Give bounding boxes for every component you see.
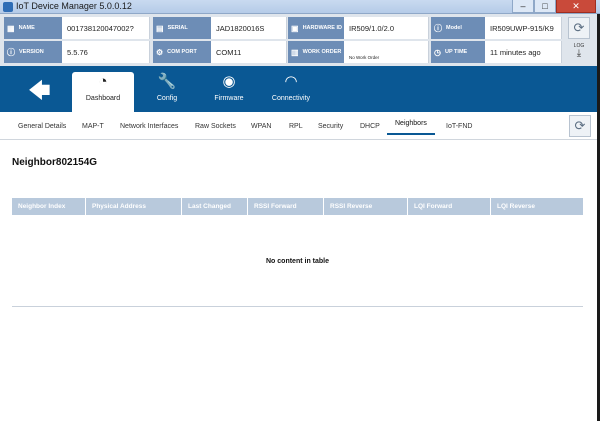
work-order-value: No Work Order — [344, 41, 429, 63]
refresh-icon[interactable]: ⟳ — [569, 115, 591, 137]
col-rssi-forward: RSSI Forward — [248, 198, 324, 215]
name-field: ▦ NAME 001738120047002? — [4, 17, 150, 39]
col-rssi-reverse: RSSI Reverse — [324, 198, 408, 215]
tab-rpl[interactable]: RPL — [289, 123, 303, 130]
version-value: 5.5.76 — [62, 41, 150, 63]
chip-icon: ▣ — [291, 23, 299, 33]
model-field: ⓘ Model IR509UWP-915/K9 — [431, 17, 562, 39]
app-icon — [3, 2, 13, 12]
title-bar: IoT Device Manager 5.0.0.12 – □ ✕ — [0, 0, 600, 14]
col-lqi-forward: LQI Forward — [408, 198, 491, 215]
device-info-panel: ▦ NAME 001738120047002? ▤ SERIAL JAD182001… — [0, 14, 600, 66]
sub-tabs: General Details MAP-T Network Interfaces… — [0, 112, 600, 140]
col-lqi-reverse: LQI Reverse — [497, 203, 535, 210]
table-body: No content in table — [12, 215, 583, 307]
page-title: Neighbor802154G — [12, 157, 98, 168]
main-nav: 🡄 ◔ Dashboard 🔧 Config ◉ Firmware ◠ Conn… — [0, 66, 600, 112]
maximize-button[interactable]: □ — [534, 0, 556, 13]
download-icon: ⤓ — [576, 48, 582, 59]
tab-security[interactable]: Security — [318, 123, 343, 130]
hardware-id-value: IR509/1.0/2.0 — [344, 17, 429, 39]
nav-dashboard[interactable]: ◔ Dashboard — [72, 72, 134, 112]
port-icon: ⚙ — [156, 47, 164, 57]
tab-iot-fnd[interactable]: IoT-FND — [446, 123, 472, 130]
gauge-icon: ◔ — [98, 73, 108, 90]
table-header: Neighbor Index Physical Address Last Cha… — [12, 198, 583, 215]
tab-network-interfaces[interactable]: Network Interfaces — [120, 123, 178, 130]
col-physical-address: Physical Address — [86, 198, 182, 215]
wrench-icon: 🔧 — [157, 73, 177, 90]
model-value: IR509UWP-915/K9 — [485, 17, 562, 39]
tab-general-details[interactable]: General Details — [18, 123, 66, 130]
tab-neighbors[interactable]: Neighbors — [387, 120, 435, 135]
tab-raw-sockets[interactable]: Raw Sockets — [195, 123, 236, 130]
tag-icon: ▦ — [7, 23, 15, 33]
nav-firmware[interactable]: ◉ Firmware — [198, 72, 260, 112]
tab-dhcp[interactable]: DHCP — [360, 123, 380, 130]
serial-value: JAD1820016S — [211, 17, 287, 39]
disc-icon: ◉ — [222, 73, 236, 90]
up-time-value: 11 minutes ago — [485, 41, 562, 63]
wifi-icon: ◠ — [284, 73, 298, 90]
com-port-value: COM11 — [211, 41, 287, 63]
info-icon: ⓘ — [7, 47, 15, 57]
clock-icon: ◷ — [434, 47, 441, 57]
barcode-icon: ▤ — [156, 23, 164, 33]
window-title: IoT Device Manager 5.0.0.12 — [16, 1, 132, 11]
col-last-changed: Last Changed — [182, 198, 248, 215]
info-icon: ⓘ — [434, 23, 442, 33]
name-value: 001738120047002? — [62, 17, 150, 39]
back-arrow-icon[interactable]: 🡄 — [28, 74, 51, 112]
serial-field: ▤ SERIAL JAD1820016S — [153, 17, 287, 39]
nav-connectivity[interactable]: ◠ Connectivity — [260, 72, 322, 112]
tab-map-t[interactable]: MAP-T — [82, 123, 104, 130]
hardware-id-field: ▣ HARDWARE ID IR509/1.0/2.0 — [288, 17, 429, 39]
com-port-field: ⚙ COM PORT COM11 — [153, 41, 287, 63]
up-time-field: ◷ UP TIME 11 minutes ago — [431, 41, 562, 63]
version-field: ⓘ VERSION 5.5.76 — [4, 41, 150, 63]
nav-config[interactable]: 🔧 Config — [136, 72, 198, 112]
log-download-button[interactable]: LOG ⤓ — [568, 41, 590, 63]
window-controls: – □ ✕ — [512, 0, 596, 13]
work-order-field: ▥ WORK ORDER No Work Order — [288, 41, 429, 63]
tab-wpan[interactable]: WPAN — [251, 123, 271, 130]
minimize-button[interactable]: – — [512, 0, 534, 13]
close-button[interactable]: ✕ — [556, 0, 596, 13]
refresh-icon[interactable]: ⟳ — [568, 17, 590, 39]
empty-table-message: No content in table — [266, 258, 329, 265]
col-neighbor-index: Neighbor Index — [12, 198, 86, 215]
clipboard-icon: ▥ — [291, 47, 299, 57]
